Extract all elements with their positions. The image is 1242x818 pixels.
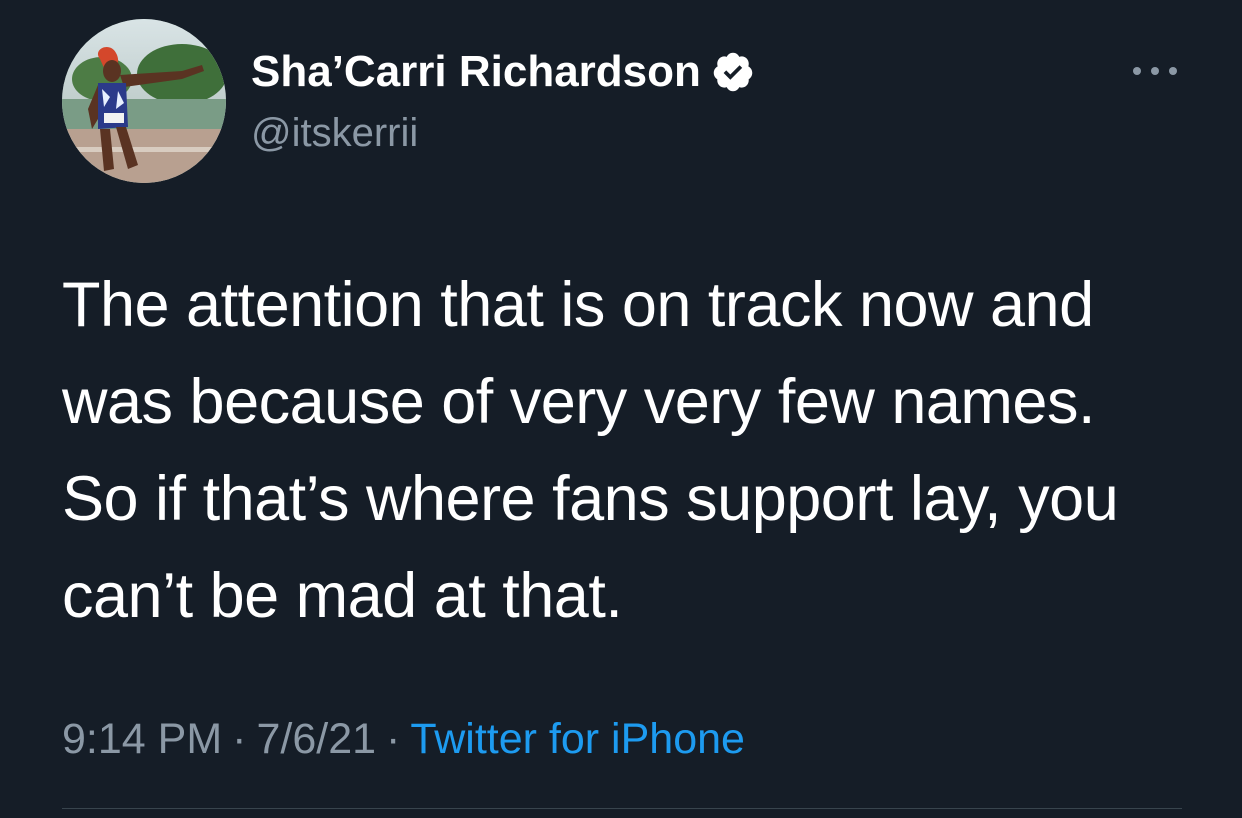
tweet-text-line: was because of very very few names. — [62, 367, 1095, 437]
avatar[interactable] — [62, 19, 226, 183]
tweet-source-link[interactable]: Twitter for iPhone — [410, 715, 745, 763]
tweet-text-line: So if that’s where fans support lay, you — [62, 464, 1119, 534]
author-name-text: Sha’Carri Richardson — [251, 47, 701, 96]
verified-badge-icon — [713, 52, 753, 92]
tweet-text-line: The attention that is on track now and — [62, 270, 1094, 340]
author-name[interactable]: Sha’Carri Richardson — [251, 44, 755, 100]
separator: · — [232, 715, 247, 763]
more-options-icon[interactable] — [1128, 54, 1182, 88]
tweet-detail: Sha’Carri Richardson @itskerrii The atte… — [0, 0, 1242, 818]
avatar-photo — [62, 19, 226, 183]
tweet-metadata: 9:14 PM · 7/6/21 · Twitter for iPhone — [62, 711, 745, 767]
tweet-date[interactable]: 7/6/21 — [256, 715, 376, 763]
divider — [62, 808, 1182, 809]
tweet-text-line: can’t be mad at that. — [62, 561, 623, 631]
tweet-text: The attention that is on track now and w… — [62, 257, 1202, 645]
separator: · — [386, 715, 401, 763]
author-handle[interactable]: @itskerrii — [251, 107, 418, 159]
tweet-time[interactable]: 9:14 PM — [62, 715, 222, 763]
